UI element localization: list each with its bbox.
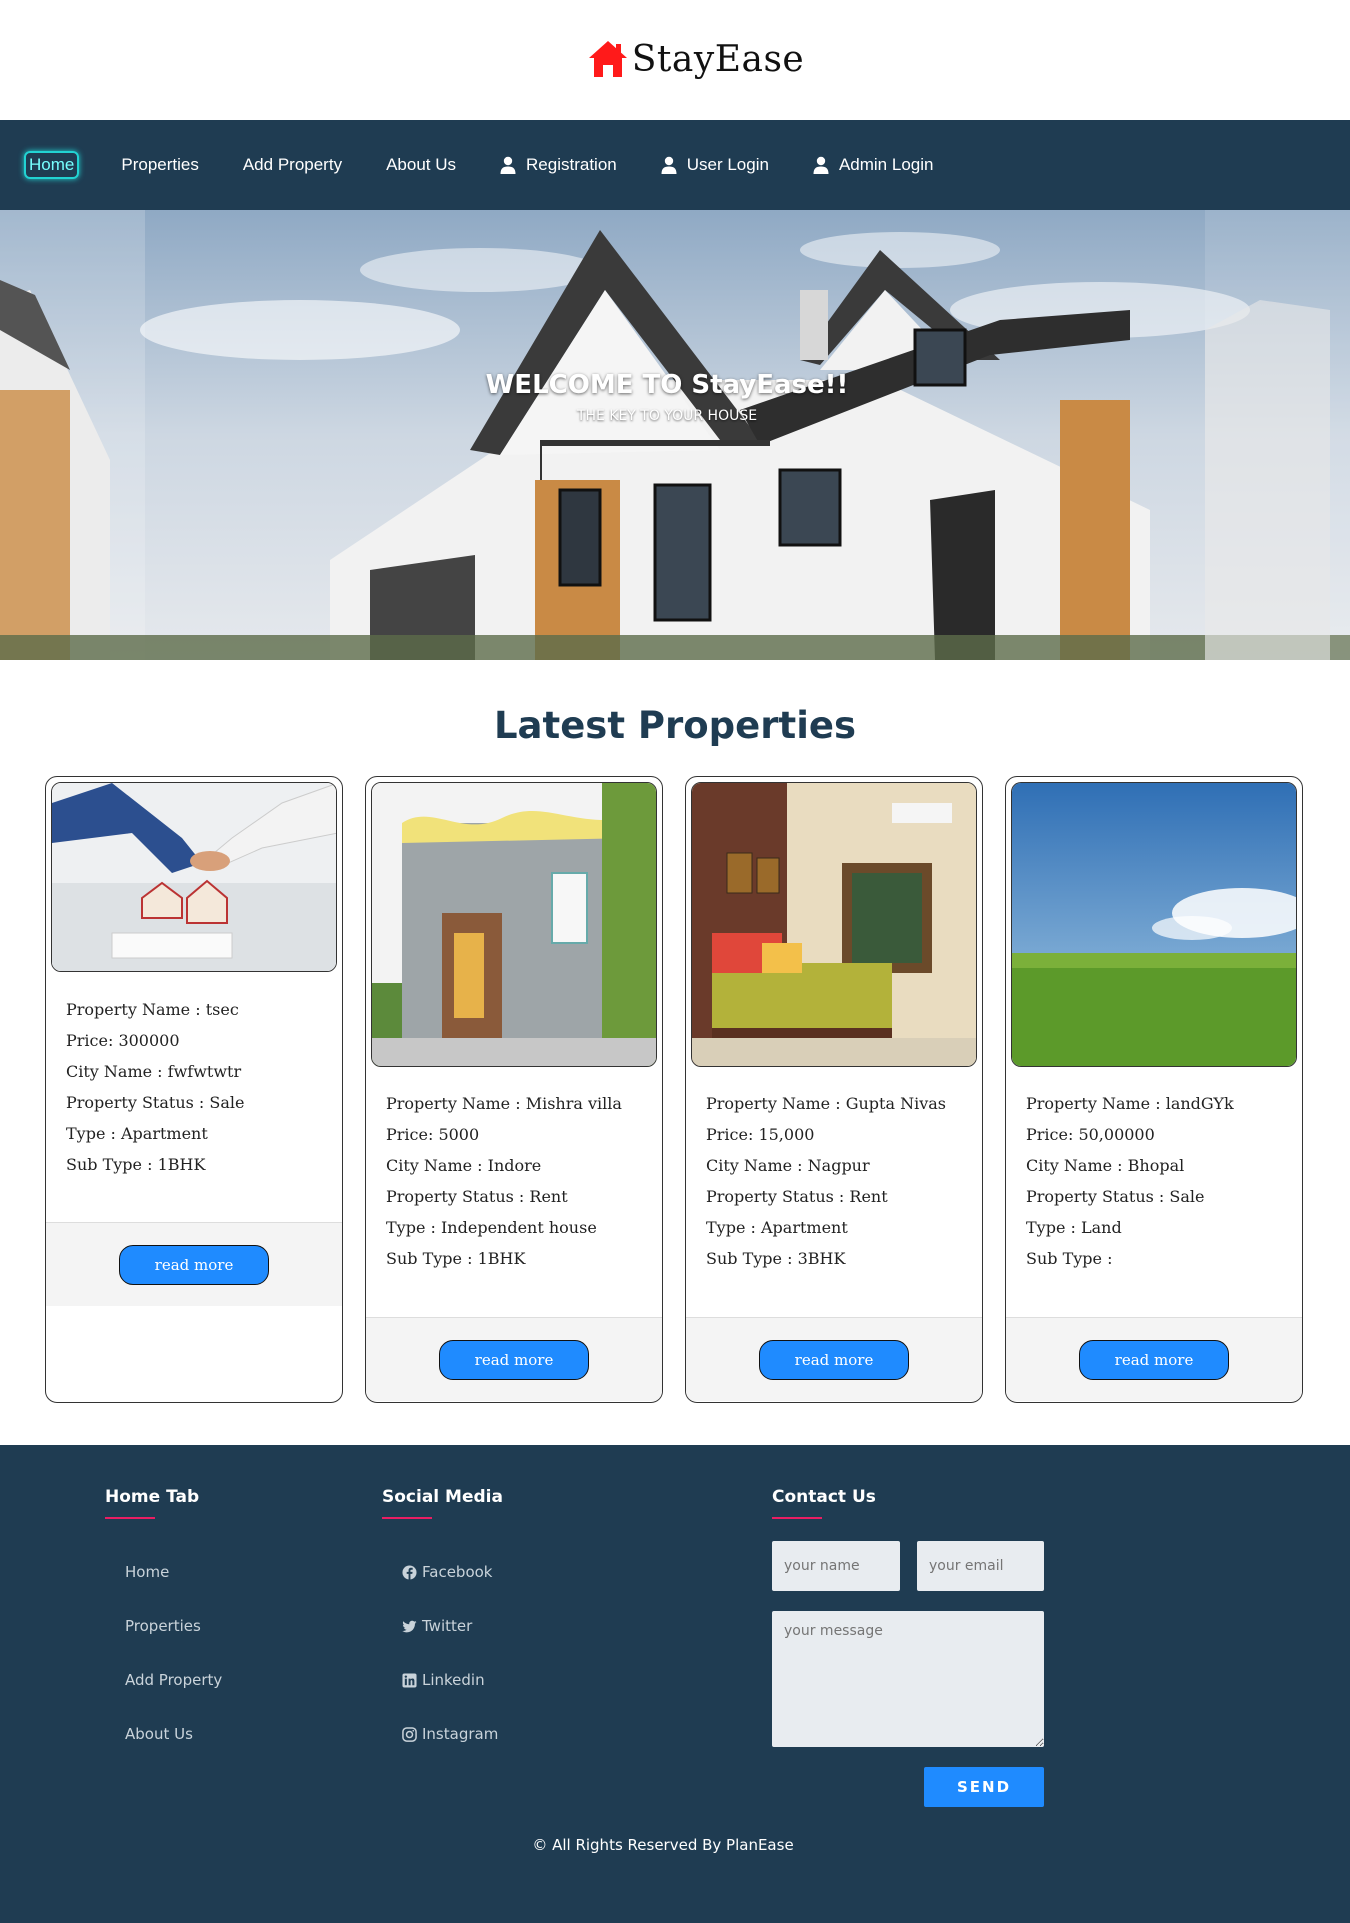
nav-add-property[interactable]: Add Property: [243, 155, 342, 175]
property-type: Type : Land: [1026, 1218, 1122, 1237]
social-facebook-label: Facebook: [422, 1563, 493, 1581]
read-more-button[interactable]: read more: [119, 1244, 269, 1285]
social-instagram-label: Instagram: [422, 1725, 499, 1743]
nav-home[interactable]: Home: [24, 151, 80, 179]
property-status: Property Status : Sale: [66, 1093, 245, 1112]
copyright-text: © All Rights Reserved By PlanEase: [532, 1836, 794, 1854]
property-details: Property Name : Mishra villa Price: 5000…: [386, 1088, 622, 1274]
hero-title: WELCOME TO StayEase!!: [485, 370, 849, 400]
footer-link-about-us[interactable]: About Us: [125, 1725, 193, 1743]
nav-registration[interactable]: Registration: [500, 155, 617, 175]
property-subtype: Sub Type : 3BHK: [706, 1249, 846, 1268]
nav-about-us[interactable]: About Us: [386, 155, 456, 175]
property-card: Property Name : Mishra villa Price: 5000…: [365, 776, 663, 1403]
contact-message-input[interactable]: [772, 1611, 1044, 1747]
property-name: Property Name : landGYk: [1026, 1094, 1234, 1113]
property-subtype: Sub Type : 1BHK: [386, 1249, 526, 1268]
brand-bar: StayEase: [0, 0, 1350, 120]
social-link-instagram[interactable]: Instagram: [402, 1725, 498, 1743]
property-price: Price: 15,000: [706, 1125, 815, 1144]
property-card: Property Name : Gupta Nivas Price: 15,00…: [685, 776, 983, 1403]
property-image: [691, 782, 977, 1067]
social-linkedin-label: Linkedin: [422, 1671, 485, 1689]
footer-link-add-property[interactable]: Add Property: [125, 1671, 222, 1689]
nav-registration-label: Registration: [526, 155, 617, 174]
social-media-title: Social Media: [382, 1487, 503, 1519]
card-footer: read more: [366, 1317, 662, 1401]
latest-properties-title: Latest Properties: [493, 704, 856, 747]
property-image: [1011, 782, 1297, 1067]
footer-link-home[interactable]: Home: [125, 1563, 169, 1581]
facebook-icon: [402, 1564, 417, 1580]
property-status: Property Status : Sale: [1026, 1187, 1205, 1206]
property-price: Price: 50,00000: [1026, 1125, 1155, 1144]
property-type: Type : Apartment: [706, 1218, 848, 1237]
card-footer: read more: [686, 1317, 982, 1401]
property-image: [51, 782, 337, 972]
site-footer: Home Tab Home Properties Add Property Ab…: [0, 1445, 1350, 1923]
property-city: City Name : fwfwtwtr: [66, 1062, 242, 1081]
hero-house-image: [0, 210, 1350, 660]
read-more-button[interactable]: read more: [1079, 1339, 1229, 1380]
property-type: Type : Apartment: [66, 1124, 208, 1143]
brand-logo[interactable]: StayEase: [586, 37, 804, 81]
instagram-icon: [402, 1726, 417, 1742]
hero-text: WELCOME TO StayEase!! THE KEY TO YOUR HO…: [0, 370, 1350, 424]
property-name: Property Name : Gupta Nivas: [706, 1094, 946, 1113]
read-more-button[interactable]: read more: [439, 1339, 589, 1380]
home-tab-title: Home Tab: [105, 1487, 199, 1519]
main-nav: Home Properties Add Property About Us Re…: [0, 120, 1350, 210]
property-name: Property Name : Mishra villa: [386, 1094, 622, 1113]
contact-name-input[interactable]: [772, 1541, 900, 1591]
send-button[interactable]: SEND: [924, 1767, 1044, 1807]
twitter-icon: [402, 1620, 417, 1632]
user-icon: [661, 156, 677, 174]
property-image: [371, 782, 657, 1067]
hero-subtitle: THE KEY TO YOUR HOUSE: [576, 408, 758, 424]
property-name: Property Name : tsec: [66, 1000, 239, 1019]
property-price: Price: 5000: [386, 1125, 480, 1144]
nav-admin-login-label: Admin Login: [838, 155, 934, 174]
nav-properties-label: Properties: [121, 155, 199, 174]
read-more-button[interactable]: read more: [759, 1339, 909, 1380]
card-footer: read more: [1006, 1317, 1302, 1401]
property-subtype: Sub Type :: [1026, 1249, 1113, 1268]
property-details: Property Name : Gupta Nivas Price: 15,00…: [706, 1088, 946, 1274]
hero-banner: WELCOME TO StayEase!! THE KEY TO YOUR HO…: [0, 210, 1350, 660]
property-subtype: Sub Type : 1BHK: [66, 1155, 206, 1174]
nav-properties[interactable]: Properties: [121, 155, 198, 175]
property-card: Property Name : tsec Price: 300000 City …: [45, 776, 343, 1403]
card-footer: read more: [46, 1222, 342, 1306]
property-cards: Property Name : tsec Price: 300000 City …: [0, 747, 1350, 1403]
social-link-facebook[interactable]: Facebook: [402, 1563, 492, 1581]
linkedin-icon: [402, 1672, 417, 1688]
social-twitter-label: Twitter: [422, 1617, 473, 1635]
social-link-twitter[interactable]: Twitter: [402, 1617, 472, 1635]
property-city: City Name : Bhopal: [1026, 1156, 1185, 1175]
user-icon: [813, 156, 829, 174]
nav-about-us-label: About Us: [386, 155, 457, 174]
nav-home-label: Home: [29, 155, 75, 174]
user-icon: [500, 156, 516, 174]
property-status: Property Status : Rent: [706, 1187, 888, 1206]
footer-link-properties[interactable]: Properties: [125, 1617, 201, 1635]
property-status: Property Status : Rent: [386, 1187, 568, 1206]
property-price: Price: 300000: [66, 1031, 180, 1050]
brand-name: StayEase: [631, 38, 805, 80]
social-link-linkedin[interactable]: Linkedin: [402, 1671, 485, 1689]
contact-email-input[interactable]: [917, 1541, 1044, 1591]
nav-user-login-label: User Login: [686, 155, 769, 174]
property-city: City Name : Indore: [386, 1156, 542, 1175]
house-icon: [588, 41, 627, 77]
property-details: Property Name : tsec Price: 300000 City …: [66, 994, 245, 1180]
property-type: Type : Independent house: [386, 1218, 597, 1237]
property-card: Property Name : landGYk Price: 50,00000 …: [1005, 776, 1303, 1403]
nav-add-property-label: Add Property: [242, 155, 343, 174]
property-city: City Name : Nagpur: [706, 1156, 870, 1175]
property-details: Property Name : landGYk Price: 50,00000 …: [1026, 1088, 1234, 1274]
contact-us-title: Contact Us: [772, 1487, 876, 1519]
nav-user-login[interactable]: User Login: [661, 155, 769, 175]
nav-admin-login[interactable]: Admin Login: [813, 155, 934, 175]
